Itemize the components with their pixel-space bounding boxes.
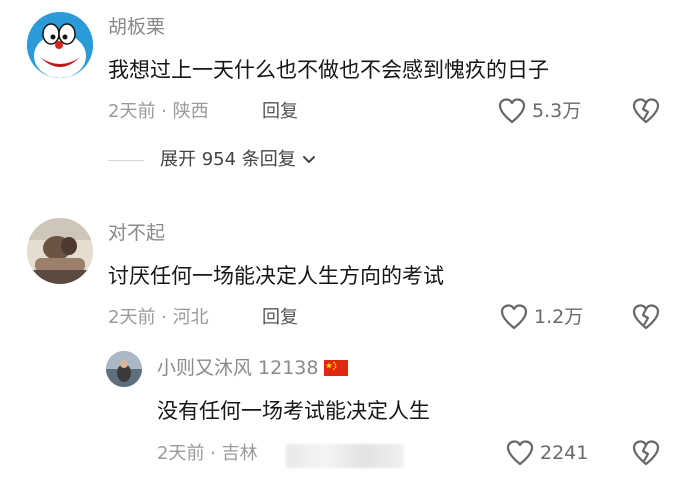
- comment-username[interactable]: 对不起: [108, 221, 165, 245]
- like-count: 2241: [540, 442, 589, 464]
- landscape-avatar-image: [106, 351, 142, 387]
- like-count: 1.2万: [534, 306, 584, 328]
- heart-outline-icon: [500, 304, 528, 330]
- china-flag-icon: [324, 360, 349, 376]
- heart-outline-icon: [506, 440, 534, 466]
- divider: [108, 159, 144, 161]
- reply-button[interactable]: 回复: [262, 100, 298, 124]
- broken-heart-icon[interactable]: [632, 304, 660, 330]
- comment-username[interactable]: 胡板栗: [108, 15, 165, 39]
- watermark-blur: [286, 444, 404, 468]
- like-button[interactable]: 5.3万: [498, 98, 581, 124]
- expand-replies-button[interactable]: 展开 954 条回复: [108, 148, 316, 172]
- like-count: 5.3万: [532, 100, 582, 122]
- avatar[interactable]: [27, 218, 93, 284]
- comment-text: 没有任何一场考试能决定人生: [157, 399, 430, 423]
- comment-time-location: 2天前 · 吉林: [157, 443, 258, 464]
- avatar[interactable]: [106, 351, 142, 387]
- broken-heart-icon[interactable]: [632, 98, 660, 124]
- comment-text: 我想过上一天什么也不做也不会感到愧疚的日子: [108, 58, 549, 82]
- doraemon-avatar-image: [27, 12, 93, 78]
- broken-heart-icon[interactable]: [632, 440, 660, 466]
- like-button[interactable]: 1.2万: [500, 304, 583, 330]
- comment-time-location: 2天前 · 河北: [108, 307, 209, 328]
- chevron-down-icon: [302, 155, 316, 165]
- reply-username-row: 小则又沐风 12138: [157, 356, 349, 380]
- reply-button[interactable]: 回复: [262, 306, 298, 330]
- like-button[interactable]: 2241: [506, 440, 588, 466]
- comment-time-location: 2天前 · 陕西: [108, 101, 209, 122]
- photo-avatar-image: [27, 218, 93, 284]
- comment-username[interactable]: 小则又沐风 12138: [157, 356, 318, 380]
- avatar[interactable]: [27, 12, 93, 78]
- heart-outline-icon: [498, 98, 526, 124]
- expand-replies-label: 展开 954 条回复: [160, 149, 296, 170]
- comment-text: 讨厌任何一场能决定人生方向的考试: [108, 264, 444, 288]
